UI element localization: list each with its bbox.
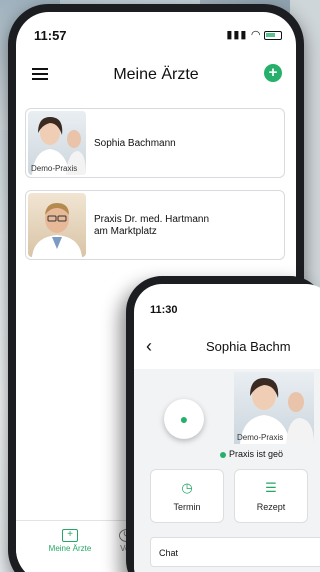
chat-label: Chat	[159, 548, 179, 558]
status-time: 11:30	[150, 304, 178, 316]
doctor-photo	[28, 193, 86, 257]
prescription-tile[interactable]: ☰ Rezept	[234, 469, 308, 523]
list-icon: ☰	[265, 480, 277, 495]
page-title: Meine Ärzte	[113, 66, 199, 83]
chat-row[interactable]: Chat	[150, 537, 320, 567]
status-icons: ▮▮▮ ◠	[226, 28, 282, 41]
doctor-name-line2: am Marktplatz	[94, 226, 157, 237]
status-bar: 11:57 ▮▮▮ ◠	[16, 12, 296, 52]
status-dot-icon	[220, 451, 226, 458]
tile-label: Rezept	[256, 502, 286, 512]
photo-label: Demo-Praxis	[31, 164, 78, 173]
nav-my-doctors[interactable]: + Meine Ärzte	[42, 529, 98, 553]
practice-status: Praxis ist geö	[220, 449, 283, 459]
back-arrow-icon[interactable]: ‹	[146, 336, 152, 357]
doctor-card-bachmann[interactable]: Demo-Praxis Sophia Bachmann	[25, 108, 285, 178]
location-pin-icon[interactable]: ●	[164, 399, 204, 439]
doctor-photo: Demo-Praxis	[28, 111, 86, 175]
top-bar: Meine Ärzte +	[16, 54, 296, 94]
status-time: 11:57	[34, 28, 67, 43]
battery-icon	[264, 30, 282, 40]
clock-icon: ◷	[181, 480, 193, 495]
practice-detail: ● Demo-Praxis Praxis ist geö ◷ Termin ☰ …	[134, 369, 320, 572]
add-doctor-button[interactable]: +	[264, 64, 282, 82]
appointment-tile[interactable]: ◷ Termin	[150, 469, 224, 523]
page-title: Sophia Bachm	[206, 339, 291, 354]
plus-square-icon: +	[62, 529, 78, 542]
doctor-name: Sophia Bachmann	[94, 138, 176, 149]
tile-label: Termin	[173, 502, 201, 512]
doctor-photo: Demo-Praxis	[234, 372, 314, 444]
doctor-name-line1: Praxis Dr. med. Hartmann	[94, 214, 210, 225]
phone-screen-secondary: 11:30 ‹ Sophia Bachm ● Demo-Praxis Praxi…	[134, 284, 320, 572]
photo-label: Demo-Praxis	[237, 433, 284, 442]
nav-label: Meine Ärzte	[48, 544, 92, 553]
doctor-card-hartmann[interactable]: Praxis Dr. med. Hartmann am Marktplatz	[25, 190, 285, 260]
phone-frame-secondary: 11:30 ‹ Sophia Bachm ● Demo-Praxis Praxi…	[126, 276, 320, 572]
